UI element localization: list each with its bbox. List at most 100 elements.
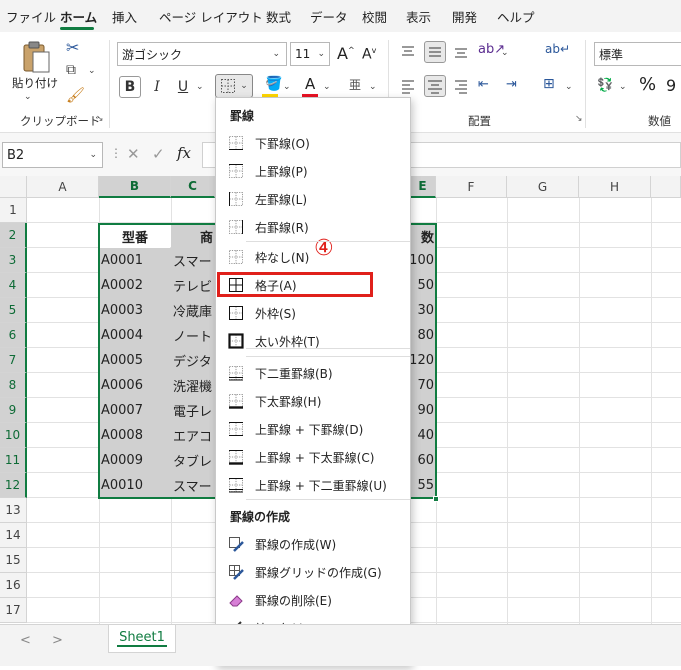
row-header[interactable]: 13 (0, 498, 27, 523)
column-header[interactable]: E (410, 176, 436, 198)
fill-handle[interactable] (433, 496, 439, 502)
menu-item[interactable]: 下太罫線(H) (217, 387, 409, 415)
next-sheet-button[interactable]: > (52, 633, 63, 648)
row-header[interactable]: 2 (0, 223, 27, 248)
copy-icon[interactable]: ⧉ (66, 62, 76, 78)
tab-page-layout[interactable]: ページ レイアウト (159, 7, 263, 26)
paste-button[interactable] (14, 38, 58, 76)
column-header[interactable]: A (27, 176, 99, 198)
row-header[interactable]: 4 (0, 273, 27, 298)
column-header[interactable] (651, 176, 681, 198)
column-header[interactable]: B (99, 176, 171, 198)
format-painter-icon[interactable]: 🖌 (66, 86, 85, 104)
menu-item[interactable]: 上罫線 + 下太罫線(C) (217, 443, 409, 471)
bold-button[interactable]: B (119, 76, 141, 98)
row-header[interactable]: 10 (0, 423, 27, 448)
menu-item[interactable]: 罫線グリッドの作成(G) (217, 558, 409, 586)
column-header[interactable]: H (579, 176, 651, 198)
menu-item[interactable]: 下二重罫線(B) (217, 359, 409, 387)
menu-item[interactable]: 太い外枠(T) (217, 327, 409, 355)
tab-view[interactable]: 表示 (406, 7, 431, 26)
row-header[interactable]: 1 (0, 198, 27, 223)
name-box[interactable]: B2 ⌄ (2, 142, 103, 168)
shrink-font-button[interactable]: Av (362, 46, 376, 63)
tab-file[interactable]: ファイル (6, 7, 56, 26)
paste-dropdown-chevron[interactable]: ⌄ (24, 92, 32, 102)
select-all-corner[interactable] (0, 176, 27, 198)
wrap-text-icon[interactable]: ab↵ (545, 42, 570, 56)
decrease-indent-icon[interactable]: ⇤ (478, 77, 489, 92)
tab-review[interactable]: 校閲 (362, 7, 387, 26)
increase-indent-icon[interactable]: ⇥ (506, 77, 517, 92)
column-header[interactable]: G (507, 176, 579, 198)
menu-item[interactable]: 上罫線 + 下罫線(D) (217, 415, 409, 443)
menu-item[interactable]: 罫線の削除(E) (217, 586, 409, 614)
row-header[interactable]: 8 (0, 373, 27, 398)
tab-formulas[interactable]: 数式 (266, 7, 291, 26)
tab-help[interactable]: ヘルプ (497, 7, 535, 26)
underline-dropdown-chevron[interactable]: ⌄ (196, 82, 204, 92)
alignment-launcher-icon[interactable]: ↘ (575, 114, 583, 124)
align-bottom-icon[interactable] (453, 44, 469, 60)
column-header[interactable]: F (436, 176, 507, 198)
row-header[interactable]: 12 (0, 473, 27, 498)
merge-center-icon[interactable]: ⊞ (543, 76, 555, 92)
align-center-button[interactable] (424, 75, 446, 97)
font-color-dropdown-chevron[interactable]: ⌄ (323, 82, 331, 92)
merge-dropdown-chevron[interactable]: ⌄ (565, 82, 573, 92)
row-header[interactable]: 11 (0, 448, 27, 473)
menu-item[interactable]: 罫線の作成(W) (217, 530, 409, 558)
font-name-select[interactable]: 游ゴシック ⌄ (117, 42, 287, 66)
accounting-dropdown-chevron[interactable]: ⌄ (619, 82, 627, 92)
row-header[interactable]: 6 (0, 323, 27, 348)
row-header[interactable]: 7 (0, 348, 27, 373)
menu-item[interactable]: 上罫線(P) (217, 157, 409, 185)
row-header[interactable]: 15 (0, 548, 27, 573)
cut-icon[interactable]: ✂ (66, 38, 79, 57)
number-format-select[interactable]: 標準 (594, 42, 681, 66)
enter-icon[interactable]: ✓ (152, 145, 165, 163)
column-header[interactable]: C (171, 176, 215, 198)
percent-style-button[interactable]: % (639, 74, 656, 95)
align-left-icon[interactable] (400, 78, 416, 94)
row-header[interactable]: 5 (0, 298, 27, 323)
menu-item[interactable]: 枠なし(N) (217, 243, 409, 271)
row-header[interactable]: 3 (0, 248, 27, 273)
row-header[interactable]: 9 (0, 398, 27, 423)
tab-home[interactable]: ホーム (60, 7, 97, 26)
phonetic-guide-button[interactable]: 亜 (349, 76, 361, 93)
tab-developer[interactable]: 開発 (452, 7, 477, 26)
tab-insert[interactable]: 挿入 (112, 7, 137, 26)
italic-button[interactable]: I (148, 76, 166, 98)
menu-item[interactable]: 上罫線 + 下二重罫線(U) (217, 471, 409, 499)
clipboard-launcher-icon[interactable]: ↘ (96, 114, 104, 124)
orientation-dropdown-chevron[interactable]: ⌄ (501, 48, 509, 58)
prev-sheet-button[interactable]: < (20, 633, 31, 648)
align-right-icon[interactable] (453, 78, 469, 94)
cancel-icon[interactable]: ✕ (127, 145, 140, 163)
row-header[interactable]: 17 (0, 598, 27, 623)
underline-button[interactable]: U (174, 76, 192, 98)
row-header[interactable]: 14 (0, 523, 27, 548)
menu-item[interactable]: 左罫線(L) (217, 185, 409, 213)
row-header[interactable]: 16 (0, 573, 27, 598)
tab-data[interactable]: データ (310, 7, 348, 26)
grow-font-button[interactable]: A^ (337, 44, 355, 63)
align-top-icon[interactable] (400, 44, 416, 60)
menu-item[interactable]: 外枠(S) (217, 299, 409, 327)
fill-color-icon[interactable]: 🪣 (265, 76, 282, 92)
font-color-button[interactable]: A (305, 75, 315, 93)
sheet-tab[interactable]: Sheet1 (108, 625, 176, 653)
borders-button[interactable]: ⌄ (215, 74, 253, 98)
menu-item[interactable]: 右罫線(R) (217, 213, 409, 241)
phonetic-dropdown-chevron[interactable]: ⌄ (369, 82, 377, 92)
comma-style-button[interactable]: 9 (666, 76, 676, 95)
font-size-select[interactable]: 11 ⌄ (290, 42, 330, 66)
accounting-format-icon[interactable]: 💱 (597, 78, 613, 93)
menu-item[interactable]: 下罫線(O) (217, 129, 409, 157)
paste-label[interactable]: 貼り付け (12, 75, 58, 91)
align-middle-button[interactable] (424, 41, 446, 63)
copy-dropdown-chevron[interactable]: ⌄ (88, 66, 96, 76)
insert-function-icon[interactable]: fx (177, 144, 191, 162)
fill-color-dropdown-chevron[interactable]: ⌄ (283, 82, 291, 92)
